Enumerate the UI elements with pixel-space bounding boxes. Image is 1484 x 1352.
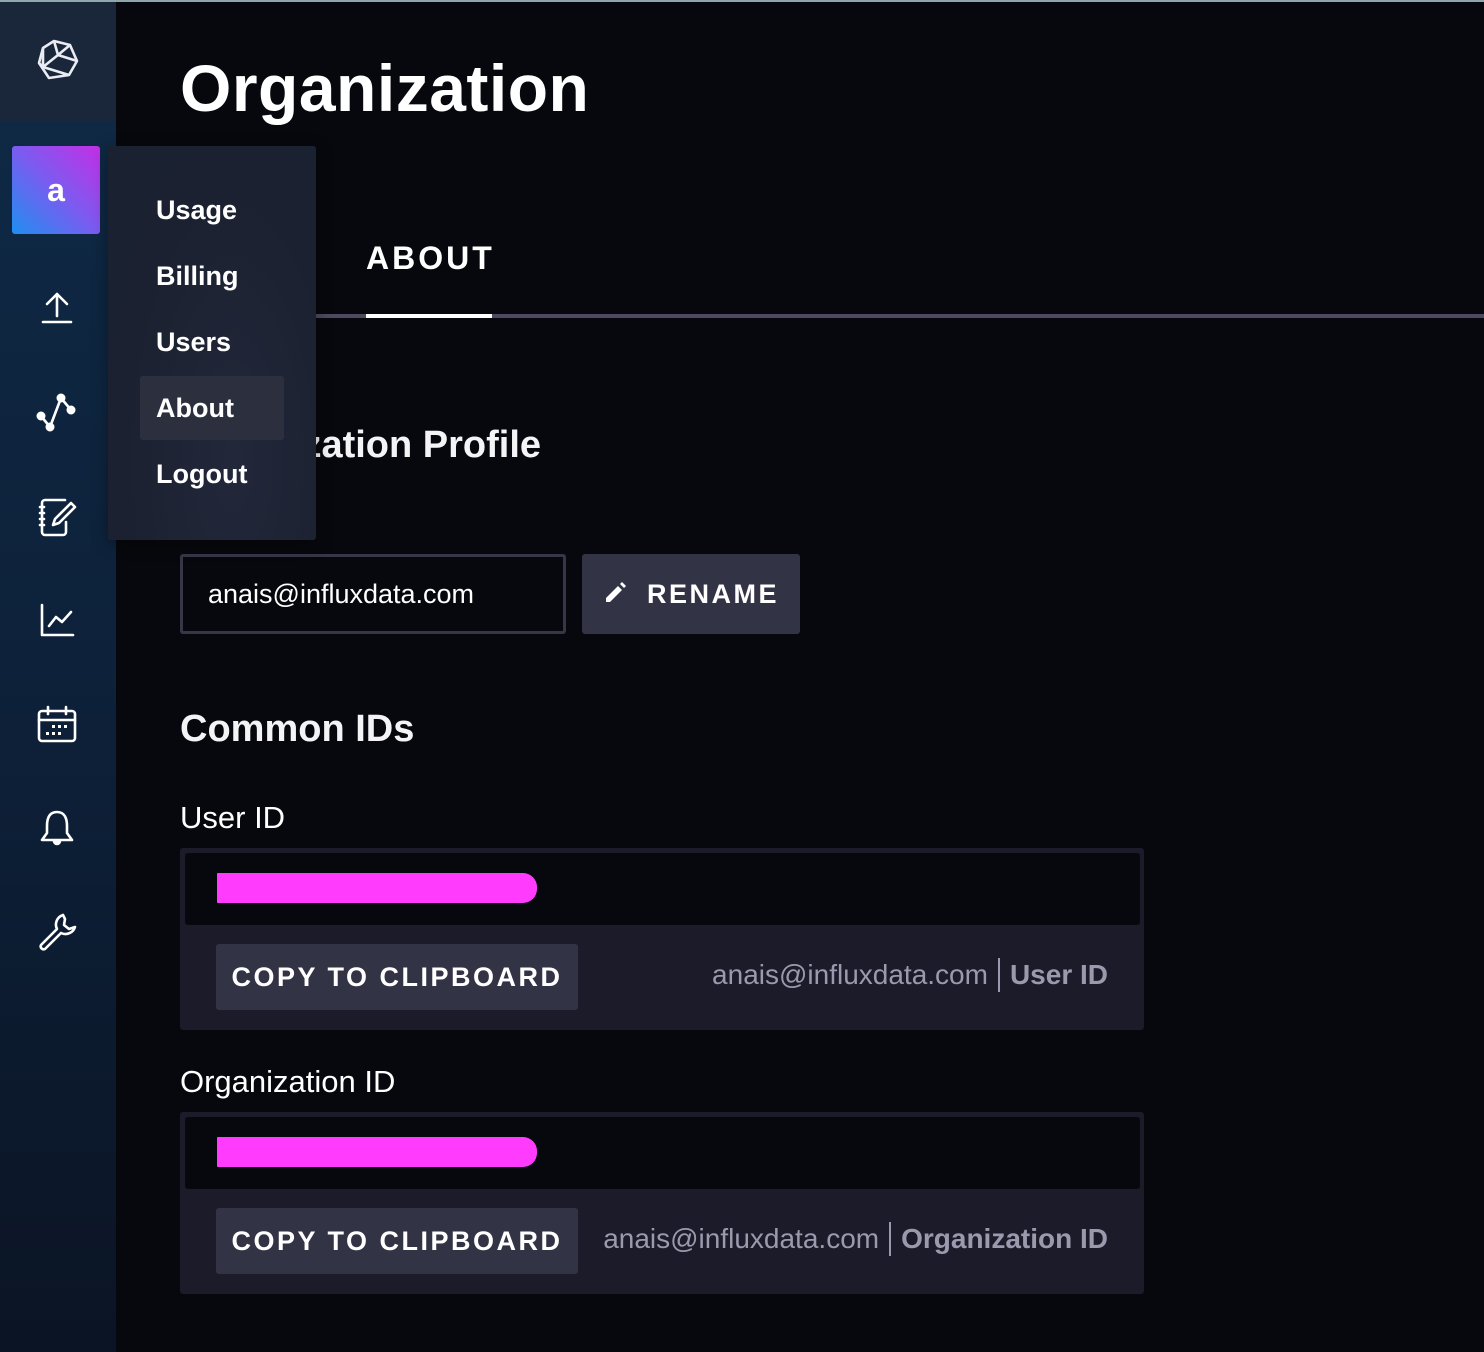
nav-data-explorer[interactable] [33,390,81,438]
user-id-kind: User ID [1009,959,1108,990]
notebook-icon [35,494,79,543]
pencil-icon [603,579,629,610]
org-avatar-button[interactable]: a [12,146,100,234]
copy-organization-id-button[interactable]: COPY TO CLIPBOARD [216,1208,578,1274]
copy-user-id-button[interactable]: COPY TO CLIPBOARD [216,944,578,1010]
nav-dashboards[interactable] [33,598,81,646]
menu-item-about[interactable]: About [140,376,284,440]
active-tab-indicator [366,314,492,318]
top-border [0,0,1484,2]
home-logo-button[interactable] [0,2,116,122]
user-id-label: User ID [180,800,286,835]
user-id-meta: anais@influxdata.com User ID [712,958,1108,992]
menu-item-logout[interactable]: Logout [140,442,284,506]
organization-id-panel: COPY TO CLIPBOARD anais@influxdata.com O… [180,1112,1144,1294]
tabs-divider [116,314,1484,318]
nav-settings[interactable] [33,910,81,958]
common-ids-heading: Common IDs [180,708,415,750]
user-id-value[interactable] [185,853,1140,925]
nav-load-data[interactable] [33,286,81,334]
influxdb-cuboid-icon [35,37,81,88]
menu-item-users[interactable]: Users [140,310,284,374]
data-explorer-icon [35,390,79,439]
nav-notebooks[interactable] [33,494,81,542]
nav-alerts[interactable] [33,806,81,854]
alerts-bell-icon [35,806,79,855]
user-id-owner: anais@influxdata.com [712,959,988,990]
dashboards-icon [35,598,79,647]
redaction-mark [217,1137,537,1167]
avatar-initial: a [47,171,65,208]
settings-wrench-icon [35,910,79,959]
meta-separator [997,958,1000,992]
nav-tasks[interactable] [33,702,81,750]
organization-id-kind: Organization ID [901,1223,1108,1254]
menu-item-usage[interactable]: Usage [140,178,284,242]
upload-icon [35,286,79,335]
tab-about[interactable]: ABOUT [366,240,495,277]
org-dropdown-menu: Usage Billing Users About Logout [108,146,316,540]
organization-id-label: Organization ID [180,1064,396,1099]
tasks-calendar-icon [35,702,79,751]
rename-label: RENAME [646,578,779,609]
menu-item-billing[interactable]: Billing [140,244,284,308]
rename-button[interactable]: RENAME [582,554,800,634]
sidebar: a [0,2,116,1352]
meta-separator [889,1222,892,1256]
page-title: Organization [180,51,590,125]
organization-id-owner: anais@influxdata.com [603,1223,880,1254]
organization-name-input[interactable] [180,554,566,634]
organization-id-meta: anais@influxdata.com Organization ID [603,1222,1108,1256]
organization-id-value[interactable] [185,1117,1140,1189]
user-id-panel: COPY TO CLIPBOARD anais@influxdata.com U… [180,848,1144,1030]
redaction-mark [217,873,537,903]
